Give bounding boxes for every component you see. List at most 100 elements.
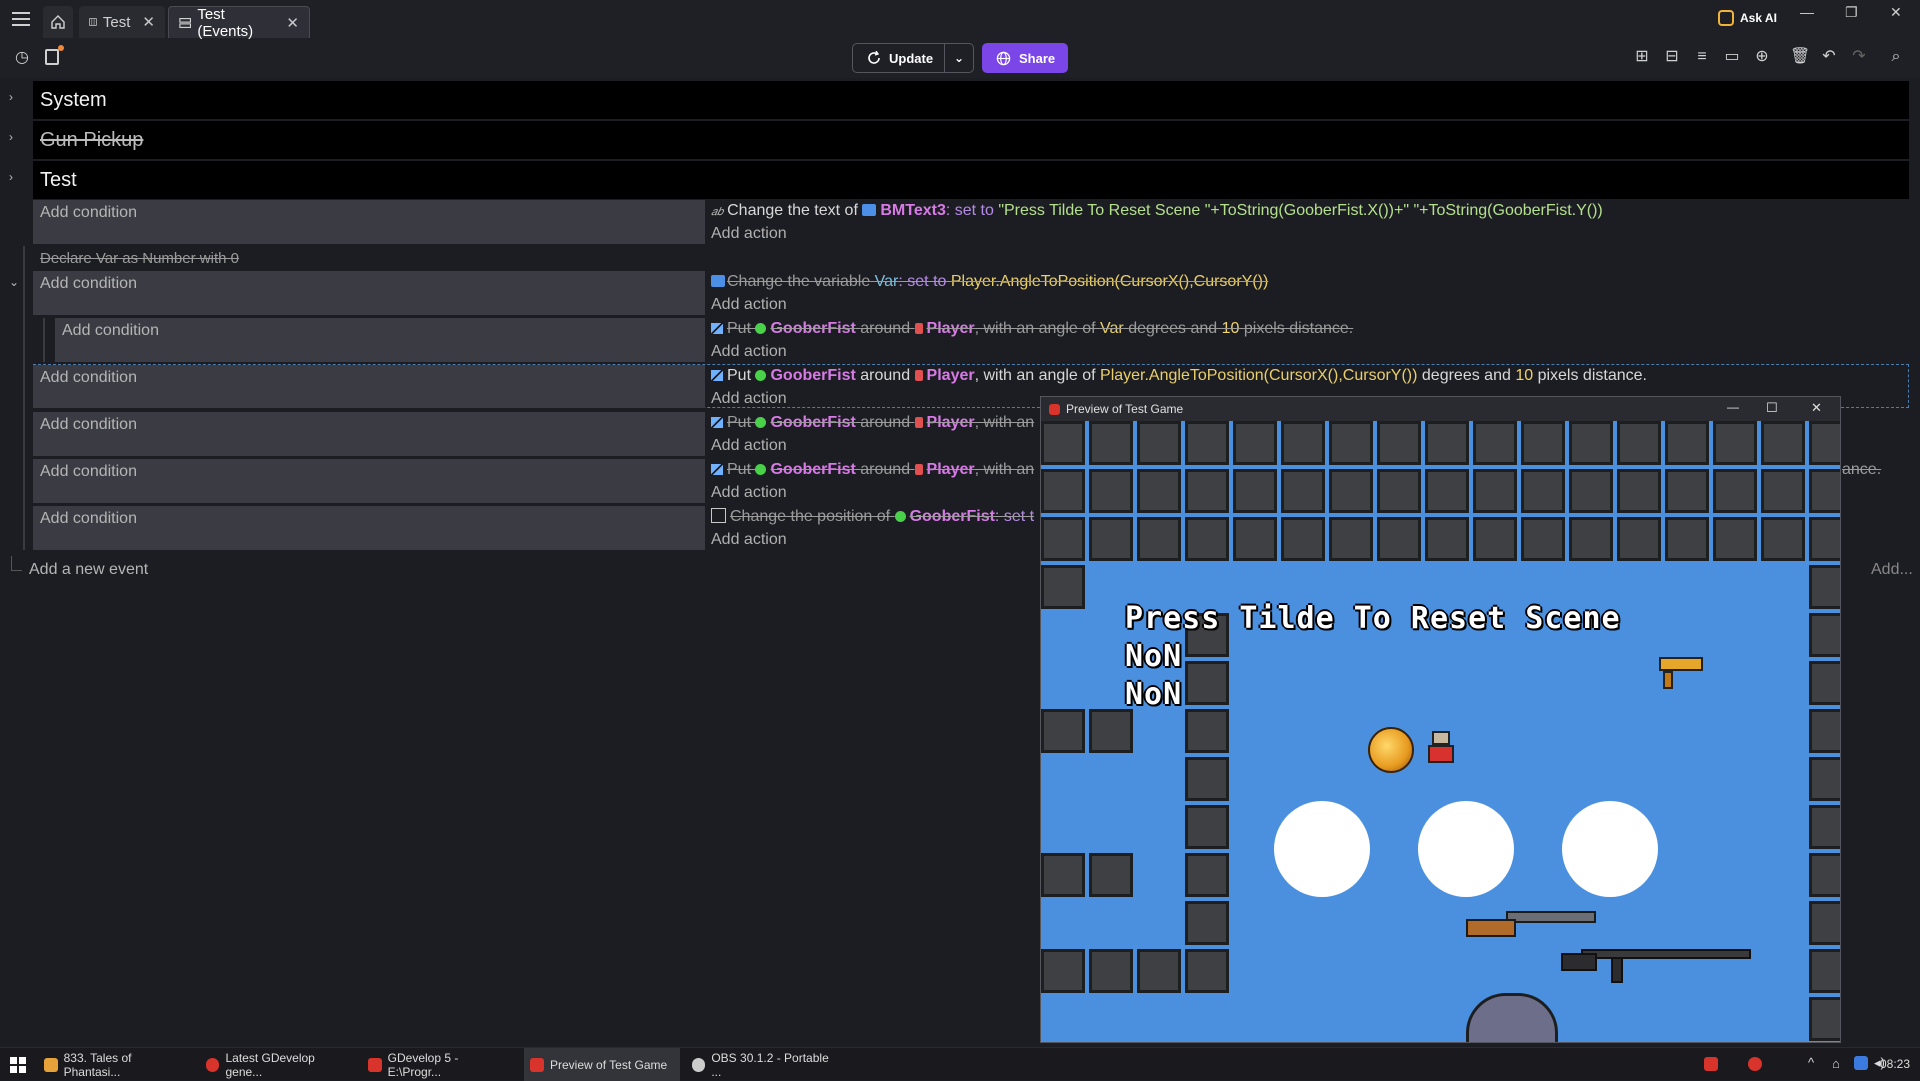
add-new-event[interactable]: Add a new event [29, 561, 148, 579]
wall-tile [1473, 469, 1517, 513]
add-condition[interactable]: Add condition [33, 459, 705, 503]
minimize-icon[interactable]: — [1727, 400, 1739, 414]
add-action[interactable]: Add action [711, 343, 787, 361]
indent-guide [23, 246, 25, 550]
add-condition[interactable]: Add condition [55, 318, 705, 362]
action-row[interactable]: Put GooberFist around Player, with an an… [711, 320, 1911, 338]
tray-shield-icon[interactable] [1854, 1056, 1868, 1070]
bmtext-icon [862, 204, 877, 216]
keyword: : set t [994, 508, 1035, 525]
minimize-icon[interactable]: — [1800, 4, 1814, 20]
tab-test[interactable]: Test ✕ [79, 6, 165, 38]
update-button[interactable]: Update ⌄ [852, 43, 974, 73]
taskbar-item[interactable]: GDevelop 5 - E:\Progr... [362, 1048, 518, 1081]
wall-tile [1329, 517, 1373, 561]
share-button[interactable]: Share [982, 43, 1068, 73]
wall-tile [1281, 421, 1325, 465]
add-action[interactable]: Add action [711, 296, 787, 314]
trash-icon[interactable]: 🗑 [1790, 48, 1810, 66]
action-row[interactable]: Change the position of GooberFist: set t [711, 508, 1041, 526]
taskbar-item[interactable]: 833. Tales of Phantasi... [38, 1048, 194, 1081]
wall-tile [1425, 469, 1469, 513]
add-action[interactable]: Add action [711, 437, 787, 455]
action-row[interactable]: 𝑎𝑏 Change the text of BMText3: set to "Pr… [711, 202, 1911, 220]
chevron-up-icon[interactable]: ^ [1808, 1055, 1814, 1070]
group-test[interactable]: Test [33, 161, 1909, 199]
maximize-icon[interactable]: ☐ [1766, 400, 1778, 416]
add-condition[interactable]: Add condition [33, 506, 705, 550]
chevron-down-icon[interactable]: ⌄ [945, 51, 973, 65]
expand-icon[interactable]: › [9, 130, 13, 144]
add-condition[interactable]: Add condition [33, 200, 705, 244]
action-row[interactable]: Put GooberFist around Player, with an an… [711, 367, 1911, 385]
close-icon[interactable]: ✕ [142, 13, 155, 31]
close-icon[interactable]: ✕ [1811, 400, 1822, 416]
taskbar-item-active[interactable]: Preview of Test Game [524, 1048, 680, 1081]
close-icon[interactable]: ✕ [286, 14, 299, 32]
home-tab[interactable] [43, 6, 73, 38]
wall-tile [1089, 517, 1133, 561]
ask-ai-button[interactable]: Ask AI [1718, 10, 1777, 26]
group-system[interactable]: System [33, 81, 1909, 119]
add-condition[interactable]: Add condition [33, 271, 705, 315]
preview-window[interactable]: Preview of Test Game — ☐ ✕ Press Tilde T… [1040, 396, 1841, 1043]
undo-icon[interactable]: ↶ [1820, 48, 1838, 66]
taskbar: 833. Tales of Phantasi... Latest GDevelo… [0, 1047, 1920, 1081]
history-icon[interactable]: ◷ [13, 49, 31, 67]
comment-icon[interactable]: ▭ [1723, 48, 1741, 66]
declare-variable[interactable]: Declare Var as Number with 0 [40, 250, 239, 267]
action-row[interactable]: Put GooberFist around Player, with an [711, 461, 1041, 479]
action-text: , with an [974, 461, 1035, 478]
declare-text: Declare Var as Number with 0 [40, 250, 239, 267]
expression: Player.AngleToPosition(CursorX(),CursorY… [950, 273, 1269, 290]
add-circle-icon[interactable]: ⊕ [1753, 48, 1771, 66]
game-canvas[interactable]: Press Tilde To Reset Scene NoN NoN [1041, 421, 1840, 1042]
update-label: Update [889, 50, 934, 66]
tray-app-icon[interactable] [1704, 1057, 1718, 1071]
object-name: GooberFist [770, 414, 856, 431]
add-condition[interactable]: Add condition [33, 412, 705, 456]
restore-icon[interactable]: ❐ [1845, 4, 1858, 21]
action-text: pixels distance. [1537, 367, 1647, 384]
action-text: Put [727, 367, 752, 384]
add-action[interactable]: Add action [711, 390, 787, 408]
add-action[interactable]: Add action [711, 225, 787, 243]
group-gun-pickup[interactable]: Gun Pickup [33, 121, 1909, 159]
add-action[interactable]: Add action [711, 484, 787, 502]
add-group-icon[interactable]: ≡ [1693, 48, 1711, 66]
taskbar-item[interactable]: OBS 30.1.2 - Portable ... [686, 1048, 842, 1081]
close-window-icon[interactable]: ✕ [1890, 4, 1902, 21]
wall-tile [1425, 421, 1469, 465]
wall-tile [1041, 421, 1085, 465]
taskbar-item[interactable]: Latest GDevelop gene... [200, 1048, 356, 1081]
add-more-button[interactable]: Add... [1871, 561, 1913, 579]
wall-tile [1329, 469, 1373, 513]
windows-start-icon[interactable] [10, 1057, 26, 1073]
action-text-tail: ance. [1842, 461, 1882, 478]
menu-icon[interactable] [12, 12, 30, 26]
collapse-icon[interactable]: ⌄ [9, 275, 19, 289]
taskbar-label: Preview of Test Game [550, 1057, 668, 1072]
object-name: BMText3 [880, 202, 946, 219]
network-icon[interactable]: ⌂ [1832, 1056, 1840, 1071]
expand-icon[interactable]: › [9, 170, 13, 184]
wall-tile [1473, 517, 1517, 561]
search-icon[interactable]: ⌕ [1887, 48, 1905, 66]
add-condition[interactable]: Add condition [33, 365, 705, 408]
save-icon[interactable] [45, 49, 59, 65]
expand-icon[interactable]: › [9, 90, 13, 104]
action-text: , with an [974, 414, 1035, 431]
wall-tile [1521, 421, 1565, 465]
redo-icon[interactable]: ↷ [1850, 48, 1868, 66]
add-action[interactable]: Add action [711, 531, 787, 549]
wall-tile [1041, 949, 1085, 993]
object-name: GooberFist [770, 320, 856, 337]
tab-test-events[interactable]: Test (Events) ✕ [168, 6, 310, 40]
action-row[interactable]: Put GooberFist around Player, with an [711, 414, 1041, 432]
add-event-icon[interactable]: ⊞ [1633, 48, 1651, 66]
tray-gdevelop-icon[interactable] [1748, 1057, 1762, 1071]
wall-tile [1809, 997, 1840, 1041]
action-row[interactable]: Change the variable Var: set to Player.A… [711, 273, 1911, 291]
preview-titlebar[interactable]: Preview of Test Game — ☐ ✕ [1041, 397, 1840, 421]
add-subevent-icon[interactable]: ⊟ [1663, 48, 1681, 66]
